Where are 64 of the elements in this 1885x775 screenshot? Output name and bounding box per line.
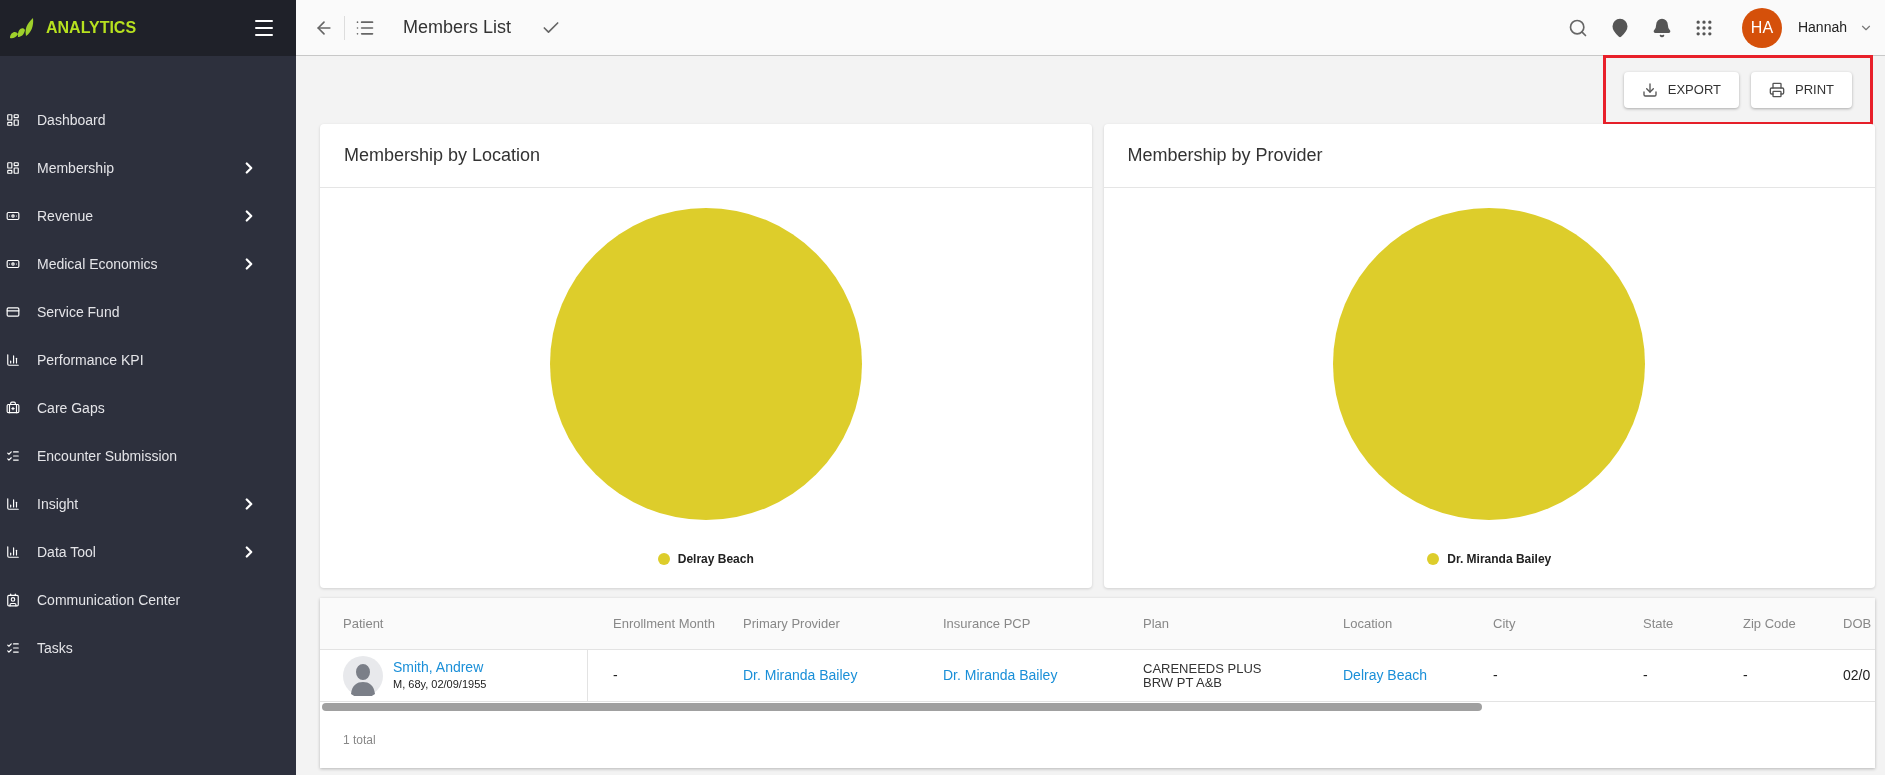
horizontal-scrollbar[interactable] [322,703,1482,711]
person-silhouette-icon [343,655,383,696]
chart-title: Membership by Location [344,144,541,167]
sidebar-item[interactable]: Tasks [0,624,296,672]
column-header: Insurance PCP [943,614,1032,633]
column-header: Location [1343,614,1394,633]
column-header: City [1493,614,1517,633]
total-count: 1 total [343,732,376,749]
column-header: Primary Provider [743,614,841,633]
page-title: Members List [403,16,512,39]
sidebar-item[interactable]: Care Gaps [0,384,296,432]
table-cell-text: CARENEEDS PLUS [1143,661,1263,676]
column-header: State [1643,614,1675,633]
patient-details: M, 68y, 02/09/1955 [393,677,487,693]
bar-chart-icon [6,353,20,367]
user-avatar[interactable]: HA [1741,7,1782,48]
legend-label: Delray Beach [677,551,754,568]
table-cell-text: 02/0 [1843,666,1871,685]
checklist-icon [6,449,20,463]
table-cell-text: - [613,666,619,685]
banknote-icon [6,209,20,223]
table-link[interactable]: Dr. Miranda Bailey [943,665,1143,686]
sidebar-item[interactable]: Medical Economics [0,240,296,288]
legend-label: Dr. Miranda Bailey [1447,551,1552,568]
card-icon [6,305,20,319]
checklist-icon [6,641,20,655]
sidebar-item[interactable]: Data Tool [0,528,296,576]
bell-icon[interactable] [1651,17,1672,38]
sidebar-item[interactable]: Service Fund [0,288,296,336]
bar-chart-icon [6,497,20,511]
export-button[interactable]: EXPORT [1623,72,1739,108]
table-cell-text: - [1643,666,1649,685]
dashboard-icon [6,113,20,127]
dashboard-icon [6,161,20,175]
column-header: DOB [1843,614,1872,633]
chart-title: Membership by Provider [1127,144,1323,167]
column-header: Zip Code [1743,614,1797,633]
sidebar-item[interactable]: Performance KPI [0,336,296,384]
user-name[interactable]: Hannah [1797,17,1847,38]
medkit-icon [6,401,20,415]
table-cell-text: BRW PT A&B [1143,675,1223,690]
banknote-icon [6,257,20,271]
sidebar-item[interactable]: Communication Center [0,576,296,624]
table-link[interactable]: Dr. Miranda Bailey [743,665,943,686]
sidebar-item[interactable]: Membership [0,144,296,192]
column-header: Plan [1143,614,1171,633]
sidebar-item[interactable]: Insight [0,480,296,528]
printer-icon [1769,82,1785,98]
brand-name: ANALYTICS [46,18,137,38]
contact-card-icon [6,593,20,607]
table-cell-text: - [1493,666,1499,685]
download-icon [1641,82,1658,98]
print-button[interactable]: PRINT [1751,72,1852,108]
patient-name-link[interactable]: Smith, Andrew [393,658,487,677]
column-header: Patient [343,614,385,633]
column-header: Enrollment Month [613,614,716,633]
table-link[interactable]: Delray Beach [1343,665,1493,686]
bar-chart-icon [6,545,20,559]
sidebar-item[interactable]: Revenue [0,192,296,240]
search-icon[interactable] [1567,17,1588,38]
sidebar-item[interactable]: Encounter Submission [0,432,296,480]
leaf-logo-icon [8,16,34,40]
table-cell-text: - [1743,666,1749,685]
sidebar-item[interactable]: Dashboard [0,96,296,144]
